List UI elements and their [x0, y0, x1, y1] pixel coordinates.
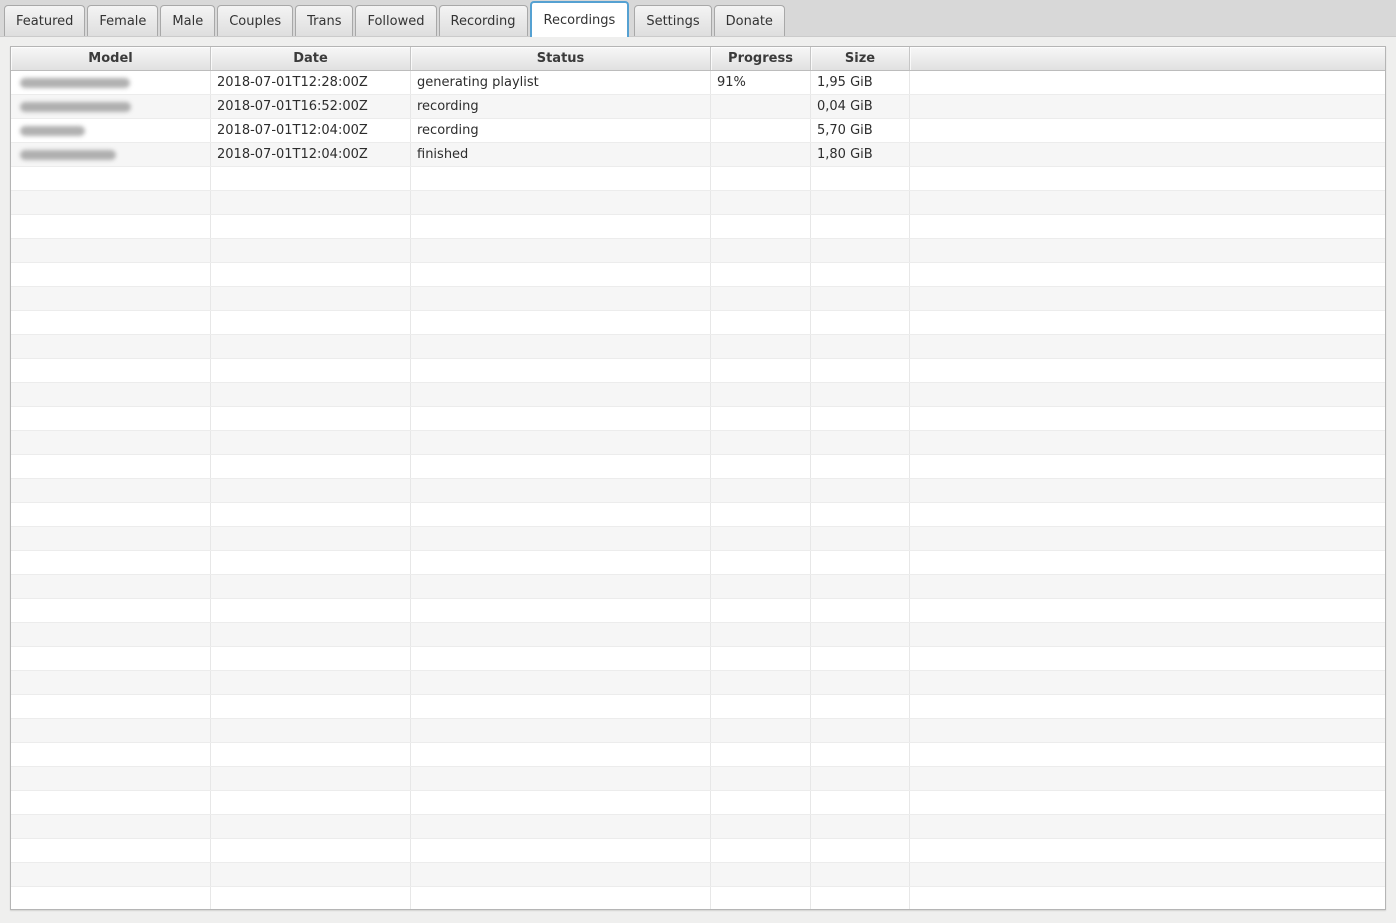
- empty-table-row: [11, 503, 1385, 527]
- empty-table-row: [11, 479, 1385, 503]
- size-cell: 1,80 GiB: [811, 143, 910, 166]
- empty-table-row: [11, 311, 1385, 335]
- tab-label: Recording: [450, 13, 516, 29]
- empty-table-row: [11, 839, 1385, 863]
- tab-trans[interactable]: Trans: [295, 5, 354, 36]
- status-cell: recording: [411, 95, 711, 118]
- empty-table-row: [11, 863, 1385, 887]
- size-cell: 0,04 GiB: [811, 95, 910, 118]
- empty-table-row: [11, 191, 1385, 215]
- tab-label: Followed: [367, 13, 425, 29]
- model-cell: [11, 71, 211, 94]
- progress-cell: 91%: [711, 71, 811, 94]
- tab-featured[interactable]: Featured: [4, 5, 86, 36]
- empty-table-row: [11, 695, 1385, 719]
- tab-label: Female: [99, 13, 147, 29]
- tab-bar: Featured Female Male Couples Trans Follo…: [0, 0, 1396, 37]
- tab-label: Donate: [725, 13, 773, 29]
- status-cell: finished: [411, 143, 711, 166]
- tab-settings[interactable]: Settings: [634, 5, 712, 36]
- model-name-redacted: [20, 149, 116, 160]
- table-body: 2018-07-01T12:28:00Z generating playlist…: [11, 71, 1385, 909]
- column-header-filler: [910, 47, 1385, 70]
- size-cell: 1,95 GiB: [811, 71, 910, 94]
- progress-cell: [711, 119, 811, 142]
- table-row[interactable]: 2018-07-01T12:04:00Z finished 1,80 GiB: [11, 143, 1385, 167]
- empty-table-row: [11, 287, 1385, 311]
- empty-table-row: [11, 887, 1385, 909]
- empty-table-row: [11, 335, 1385, 359]
- date-cell: 2018-07-01T12:04:00Z: [211, 143, 411, 166]
- tab-label: Featured: [16, 13, 74, 29]
- date-cell: 2018-07-01T16:52:00Z: [211, 95, 411, 118]
- table-row[interactable]: 2018-07-01T12:04:00Z recording 5,70 GiB: [11, 119, 1385, 143]
- tab-label: Trans: [307, 13, 342, 29]
- model-name-redacted: [20, 125, 85, 136]
- model-cell: [11, 119, 211, 142]
- table-row[interactable]: 2018-07-01T16:52:00Z recording 0,04 GiB: [11, 95, 1385, 119]
- tab-recording[interactable]: Recording: [438, 5, 528, 36]
- empty-table-row: [11, 767, 1385, 791]
- status-cell: generating playlist: [411, 71, 711, 94]
- table-row[interactable]: 2018-07-01T12:28:00Z generating playlist…: [11, 71, 1385, 95]
- empty-table-row: [11, 575, 1385, 599]
- tab-label: Couples: [229, 13, 282, 29]
- filler-cell: [910, 119, 1385, 142]
- progress-cell: [711, 143, 811, 166]
- column-header-size[interactable]: Size: [811, 47, 910, 70]
- progress-cell: [711, 95, 811, 118]
- empty-table-row: [11, 407, 1385, 431]
- empty-table-row: [11, 647, 1385, 671]
- empty-table-row: [11, 383, 1385, 407]
- empty-table-row: [11, 239, 1385, 263]
- model-name-redacted: [20, 77, 130, 88]
- model-cell: [11, 143, 211, 166]
- tab-donate[interactable]: Donate: [713, 5, 785, 36]
- empty-table-row: [11, 671, 1385, 695]
- tab-followed[interactable]: Followed: [355, 5, 437, 36]
- tab-label: Settings: [646, 13, 700, 29]
- empty-table-row: [11, 359, 1385, 383]
- recordings-table: Model Date Status Progress Size 2018-07-…: [10, 46, 1386, 910]
- column-header-model[interactable]: Model: [11, 47, 211, 70]
- empty-table-row: [11, 815, 1385, 839]
- date-cell: 2018-07-01T12:04:00Z: [211, 119, 411, 142]
- date-cell: 2018-07-01T12:28:00Z: [211, 71, 411, 94]
- tab-couples[interactable]: Couples: [217, 5, 294, 36]
- filler-cell: [910, 95, 1385, 118]
- column-header-date[interactable]: Date: [211, 47, 411, 70]
- empty-table-row: [11, 551, 1385, 575]
- empty-table-row: [11, 719, 1385, 743]
- filler-cell: [910, 143, 1385, 166]
- status-cell: recording: [411, 119, 711, 142]
- empty-table-row: [11, 791, 1385, 815]
- empty-table-row: [11, 455, 1385, 479]
- recordings-panel: Model Date Status Progress Size 2018-07-…: [0, 37, 1396, 910]
- tab-label: Male: [172, 13, 204, 29]
- column-header-status[interactable]: Status: [411, 47, 711, 70]
- empty-table-row: [11, 431, 1385, 455]
- model-name-redacted: [20, 101, 131, 112]
- tab-label: Recordings: [543, 12, 616, 28]
- empty-table-row: [11, 623, 1385, 647]
- empty-table-row: [11, 263, 1385, 287]
- model-cell: [11, 95, 211, 118]
- tab-female[interactable]: Female: [87, 5, 159, 36]
- tab-male[interactable]: Male: [160, 5, 216, 36]
- filler-cell: [910, 71, 1385, 94]
- table-header-row: Model Date Status Progress Size: [11, 47, 1385, 71]
- empty-table-row: [11, 167, 1385, 191]
- column-header-progress[interactable]: Progress: [711, 47, 811, 70]
- empty-table-row: [11, 527, 1385, 551]
- size-cell: 5,70 GiB: [811, 119, 910, 142]
- empty-table-row: [11, 215, 1385, 239]
- empty-table-row: [11, 599, 1385, 623]
- tab-recordings-active[interactable]: Recordings: [529, 1, 630, 37]
- empty-table-row: [11, 743, 1385, 767]
